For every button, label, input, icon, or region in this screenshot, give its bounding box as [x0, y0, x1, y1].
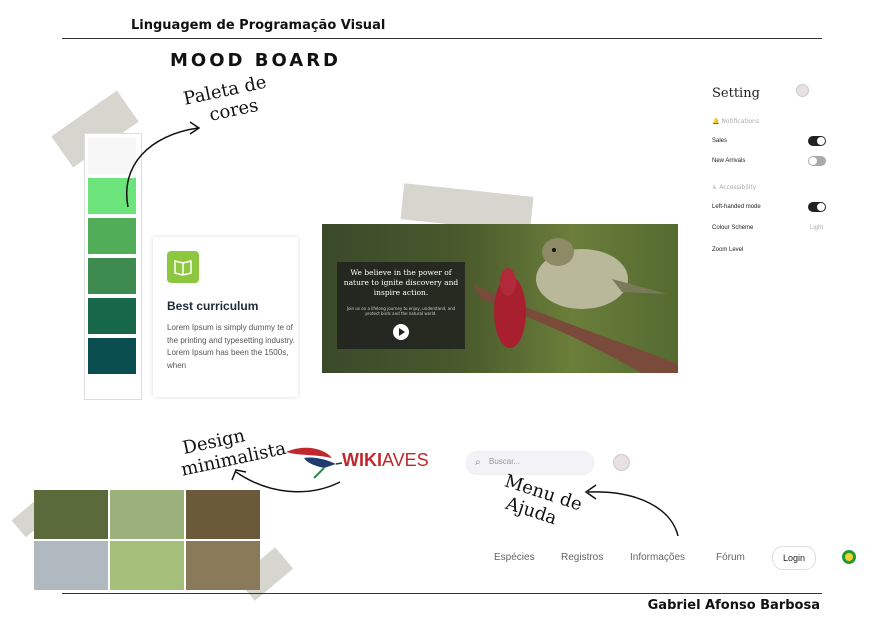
nav-item-forum[interactable]: Fórum [716, 552, 745, 563]
hero-message-box: We believe in the power of nature to ign… [337, 262, 465, 349]
sales-label: Sales [712, 138, 728, 144]
palette-swatch [88, 218, 136, 254]
hero-subtext: Join us on a lifelong journey to enjoy, … [346, 306, 456, 316]
bell-icon: 🔔 [712, 118, 720, 125]
palette-swatch [88, 258, 136, 294]
header-divider [62, 38, 822, 39]
curved-arrow-icon [126, 121, 201, 208]
notifications-label: Notifications [721, 118, 759, 125]
play-icon[interactable] [393, 324, 409, 340]
colour-scheme-value[interactable]: Light [810, 225, 823, 231]
curved-arrow-icon [584, 484, 679, 537]
bird-photo-tile[interactable] [34, 490, 108, 539]
card-text: Lorem Ipsum is simply dummy te of the pr… [167, 323, 295, 370]
login-button[interactable]: Login [772, 546, 816, 570]
book-icon [167, 251, 199, 283]
settings-panel: Setting 🔔 Notifications Sales New Arriva… [700, 78, 838, 281]
new-arrivals-label: New Arrivals [712, 158, 746, 164]
card-title: Best curriculum [167, 299, 259, 313]
hero-headline: We believe in the power of nature to ign… [343, 268, 459, 297]
new-arrivals-toggle[interactable] [808, 156, 826, 166]
palette-swatch [88, 338, 136, 374]
colour-scheme-label: Colour Scheme [712, 225, 754, 231]
zoom-level-label: Zoom Level [712, 247, 744, 253]
nav-item-registros[interactable]: Registros [561, 552, 603, 563]
bird-photo-tile[interactable] [34, 541, 108, 590]
wikiaves-wordmark: WIKIAVES [342, 450, 429, 471]
curriculum-card: Best curriculum Lorem Ipsum is simply du… [153, 237, 298, 397]
accessibility-section: ♿ Accessibility [712, 184, 756, 191]
notifications-section: 🔔 Notifications [712, 118, 759, 125]
search-placeholder: Buscar... [489, 457, 521, 466]
bird-photo-tile[interactable] [186, 541, 260, 590]
hummingbird-icon [286, 447, 343, 479]
brazil-flag-icon[interactable] [842, 550, 856, 564]
user-avatar[interactable] [613, 454, 630, 471]
wikiaves-logo[interactable]: WIKIAVES [284, 444, 429, 484]
left-handed-label: Left-handed mode [712, 204, 761, 210]
footer-divider [62, 593, 822, 594]
settings-avatar[interactable] [796, 84, 809, 97]
sales-toggle[interactable] [808, 136, 826, 146]
bird-photo-tile[interactable] [110, 490, 184, 539]
wordmark-aves: AVES [382, 450, 429, 470]
settings-title: Setting [712, 86, 760, 101]
wordmark-wiki: WIKI [342, 450, 382, 470]
author-name: Gabriel Afonso Barbosa [647, 598, 820, 613]
hero-banner: We believe in the power of nature to ign… [322, 224, 678, 373]
search-input[interactable]: ⌕ Buscar... [466, 451, 594, 475]
bird-photo-tile[interactable] [110, 541, 184, 590]
accessibility-icon: ♿ [712, 184, 718, 191]
board-title: MOOD BOARD [170, 50, 341, 71]
bird-photo-grid [34, 490, 264, 590]
bird-photo-tile[interactable] [186, 490, 260, 539]
accessibility-label: Accessibility [719, 184, 757, 191]
palette-swatch [88, 298, 136, 334]
nav-item-informacoes[interactable]: Informações [630, 552, 685, 563]
search-icon: ⌕ [475, 457, 481, 468]
course-title: Linguagem de Programação Visual [131, 18, 386, 33]
help-annotation: Menu de Ajuda [495, 471, 585, 536]
left-handed-toggle[interactable] [808, 202, 826, 212]
nav-item-especies[interactable]: Espécies [494, 552, 535, 563]
